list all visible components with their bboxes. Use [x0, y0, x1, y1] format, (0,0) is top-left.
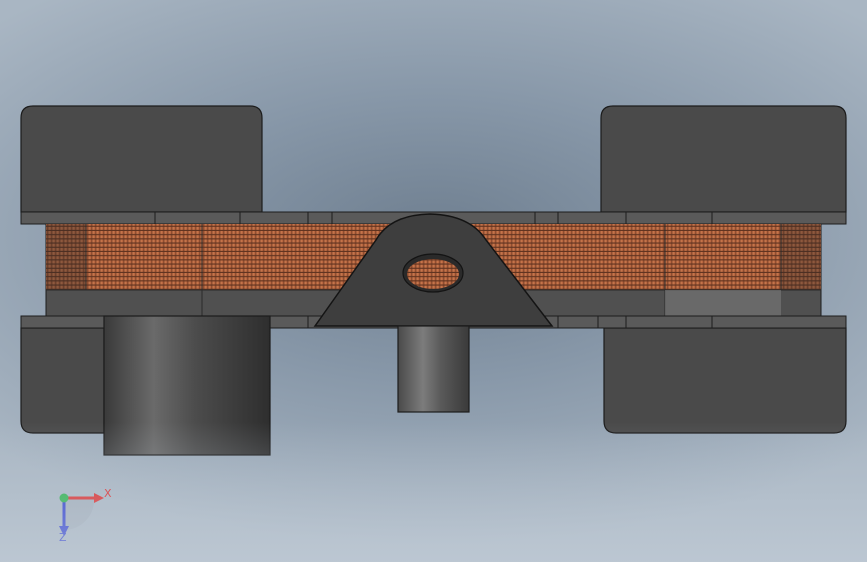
- lower-left-pad: [20, 327, 105, 434]
- upper-left-pad: [20, 105, 263, 213]
- graphics-viewport[interactable]: X Z: [0, 0, 867, 562]
- upper-right-pad: [600, 105, 847, 213]
- left-post: [103, 315, 271, 456]
- z-axis-label: Z: [59, 531, 67, 544]
- model-view[interactable]: [0, 0, 867, 562]
- center-post: [397, 325, 470, 413]
- lower-right-pad: [603, 327, 847, 434]
- x-axis-label: X: [104, 487, 112, 500]
- y-axis-dot: [59, 493, 69, 503]
